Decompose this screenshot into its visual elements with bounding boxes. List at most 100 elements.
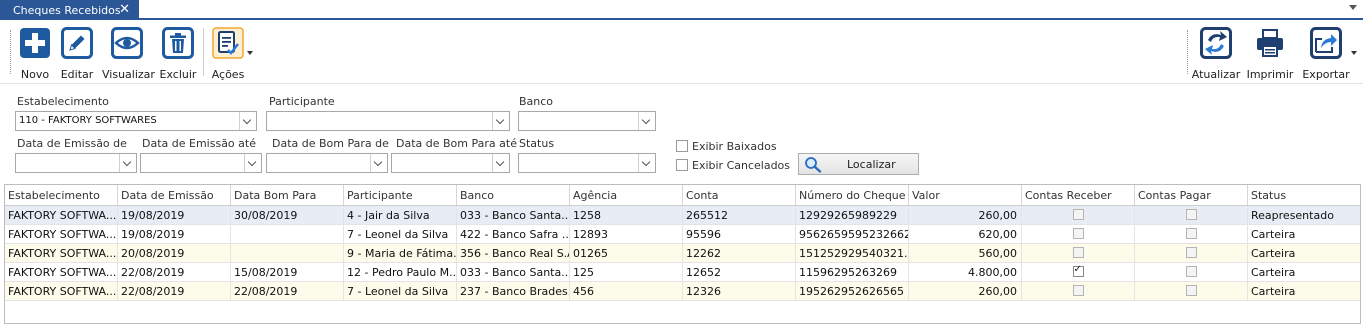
estabelecimento-value: 110 - FAKTORY SOFTWARES [19,115,157,126]
localizar-label: Localizar [847,158,896,171]
cell-banco: 356 - Banco Real S.A. [457,244,570,262]
new-button-label: Novo [20,68,50,81]
cell-contas-pagar [1135,263,1248,281]
data-emissao-ate-label: Data de Emissão até [142,137,256,150]
contas-receber-checkbox[interactable] [1072,209,1084,220]
cell-estabelecimento: FAKTORY SOFTWA... [5,282,118,300]
actions-button-label: Ações [211,68,245,81]
view-button[interactable]: Visualizar [102,27,155,81]
col-data-emissao[interactable]: Data de Emissão [118,185,231,205]
cell-conta: 95596 [683,225,796,243]
cell-banco: 033 - Banco Santa... [457,263,570,281]
cell-valor: 620,00 [909,225,1022,243]
data-bom-ate-field[interactable] [391,153,510,173]
cell-participante: 12 - Pedro Paulo M... [344,263,457,281]
actions-button[interactable]: Ações [211,27,245,81]
cell-contas-receber [1022,282,1135,300]
cell-participante: 7 - Leonel da Silva [344,225,457,243]
cell-emissao: 22/08/2019 [118,282,231,300]
chevron-down-icon[interactable] [370,154,387,172]
table-row[interactable]: FAKTORY SOFTWA... 22/08/2019 15/08/2019 … [5,263,1360,282]
col-contas-receber[interactable]: Contas Receber [1022,185,1135,205]
data-emissao-de-label: Data de Emissão de [17,137,127,150]
col-agencia[interactable]: Agência [570,185,683,205]
col-contas-pagar[interactable]: Contas Pagar [1135,185,1248,205]
participante-combo[interactable] [266,111,510,131]
exibir-baixados-checkbox[interactable] [676,140,688,152]
banco-label: Banco [519,95,554,108]
cell-agencia: 1258 [570,206,683,224]
estabelecimento-label: Estabelecimento [17,95,109,108]
exibir-cancelados-checkbox[interactable] [676,159,688,171]
grid-header: Estabelecimento Data de Emissão Data Bom… [5,185,1360,206]
toolbar-grip[interactable] [10,30,12,74]
refresh-button[interactable]: Atualizar [1191,27,1241,81]
chevron-down-icon[interactable] [638,112,655,130]
cell-status: Carteira [1251,228,1296,241]
col-valor[interactable]: Valor [909,185,1022,205]
col-banco[interactable]: Banco [457,185,570,205]
toolbar-grip-right[interactable] [1187,30,1189,74]
new-button[interactable]: Novo [18,27,52,81]
chevron-down-icon[interactable] [492,112,509,130]
print-button-label: Imprimir [1246,68,1294,81]
col-participante[interactable]: Participante [344,185,457,205]
contas-pagar-checkbox[interactable] [1185,285,1197,296]
edit-button-label: Editar [60,68,94,81]
contas-receber-checkbox[interactable] [1072,285,1084,296]
plus-icon [20,28,50,58]
banco-combo[interactable] [518,111,656,131]
participante-label: Participante [269,95,335,108]
toolbar: Novo Editar Visualizar Excluir Ações Atu… [0,20,1363,84]
col-conta[interactable]: Conta [683,185,796,205]
col-status[interactable]: Status [1248,185,1360,205]
col-numero-cheque[interactable]: Número do Cheque [796,185,909,205]
cell-agencia: 456 [570,282,683,300]
cell-numero: 11596295263269 [796,263,909,281]
cell-conta: 12652 [683,263,796,281]
contas-receber-checkbox[interactable] [1072,247,1084,258]
data-bom-de-label: Data de Bom Para de [272,137,389,150]
cell-conta: 12326 [683,282,796,300]
export-dropdown-icon[interactable] [1351,51,1357,55]
cell-emissao: 19/08/2019 [118,225,231,243]
data-emissao-ate-field[interactable] [140,153,262,173]
data-emissao-de-field[interactable] [15,153,137,173]
edit-button[interactable]: Editar [60,27,94,81]
contas-pagar-checkbox[interactable] [1185,228,1197,239]
localizar-button[interactable]: Localizar [798,153,919,175]
table-row[interactable]: FAKTORY SOFTWA... 19/08/2019 30/08/2019 … [5,206,1360,225]
cell-participante: 7 - Leonel da Silva [344,282,457,300]
toolbar-separator [203,28,204,76]
table-row[interactable]: FAKTORY SOFTWA... 22/08/2019 22/08/2019 … [5,282,1360,301]
tab-cheques-recebidos[interactable]: Cheques Recebidos ✕ [0,0,139,20]
table-row[interactable]: FAKTORY SOFTWA... 19/08/2019 7 - Leonel … [5,225,1360,244]
table-row[interactable]: FAKTORY SOFTWA... 20/08/2019 9 - Maria d… [5,244,1360,263]
chevron-down-icon[interactable] [119,154,136,172]
data-bom-de-field[interactable] [266,153,388,173]
chevron-down-icon[interactable] [638,154,655,172]
contas-receber-checkbox[interactable] [1072,228,1084,239]
delete-button[interactable]: Excluir [159,27,197,81]
contas-pagar-checkbox[interactable] [1185,247,1197,258]
close-icon[interactable]: ✕ [119,2,130,17]
cell-conta: 12262 [683,244,796,262]
contas-receber-checkbox[interactable] [1072,264,1084,277]
cell-agencia: 01265 [570,244,683,262]
tab-menu-dropdown-icon[interactable] [1349,5,1357,10]
cell-contas-receber [1022,244,1135,262]
col-data-bom-para[interactable]: Data Bom Para [231,185,344,205]
col-estabelecimento[interactable]: Estabelecimento [5,185,118,205]
export-button[interactable]: Exportar [1302,27,1350,81]
contas-pagar-checkbox[interactable] [1185,266,1197,277]
search-icon [805,157,822,173]
chevron-down-icon[interactable] [492,154,509,172]
status-combo[interactable] [518,153,656,173]
cell-contas-pagar [1135,225,1248,243]
estabelecimento-combo[interactable]: 110 - FAKTORY SOFTWARES [15,111,257,131]
print-button[interactable]: Imprimir [1246,27,1294,81]
chevron-down-icon[interactable] [244,154,261,172]
chevron-down-icon[interactable] [239,112,256,130]
contas-pagar-checkbox[interactable] [1185,209,1197,220]
actions-dropdown-icon[interactable] [247,51,253,55]
